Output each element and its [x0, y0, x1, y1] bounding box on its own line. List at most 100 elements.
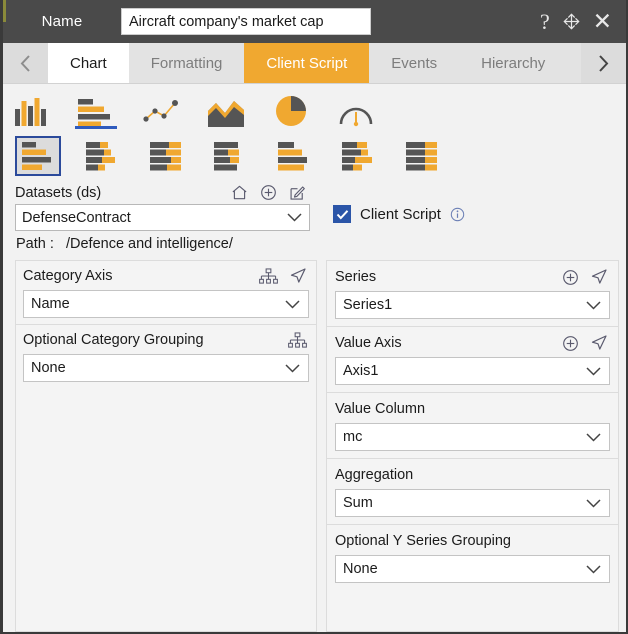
- tab-formatting[interactable]: Formatting: [128, 43, 245, 83]
- dialog-titlebar: Name ? ✕: [3, 0, 626, 43]
- chevron-down-icon: [585, 498, 602, 509]
- value-column-label: Value Column: [335, 401, 426, 417]
- tree-hierarchy-icon[interactable]: [288, 331, 307, 349]
- datasets-row: DefenseContract Path : /Defence and inte…: [15, 201, 626, 252]
- plus-circle-icon[interactable]: [562, 335, 579, 352]
- bar-style-stepped[interactable]: [79, 136, 125, 176]
- value-axis-label: Value Axis: [335, 335, 402, 351]
- datasets-actions: [231, 184, 310, 201]
- edit-pencil-icon[interactable]: [289, 184, 306, 201]
- value-axis-group: Value Axis Axis1: [327, 326, 618, 392]
- value-axis-select[interactable]: Axis1: [335, 357, 610, 385]
- cursor-arrow-icon[interactable]: [590, 268, 608, 286]
- plus-circle-icon[interactable]: [562, 269, 579, 286]
- bar-style-overlapped[interactable]: [207, 136, 253, 176]
- client-script-toggle[interactable]: Client Script: [333, 205, 465, 223]
- value-column-group: Value Column mc: [327, 392, 618, 458]
- series-panel: Series Series1 Value Axis Axis1 Value Co…: [326, 260, 619, 632]
- category-grouping-value: None: [31, 360, 66, 376]
- category-grouping-label: Optional Category Grouping: [23, 332, 204, 348]
- column-chart-icon[interactable]: [13, 89, 49, 127]
- aggregation-group: Aggregation Sum: [327, 458, 618, 524]
- category-axis-group: Category Axis Name: [16, 261, 316, 324]
- question-mark-icon[interactable]: ?: [540, 10, 550, 33]
- cursor-arrow-icon[interactable]: [590, 334, 608, 352]
- bar-style-clustered[interactable]: [15, 136, 61, 176]
- series-value: Series1: [343, 297, 393, 313]
- chevron-down-icon: [585, 300, 602, 311]
- config-columns: Category Axis Name Optional Category Gro…: [3, 252, 626, 632]
- tab-chart-label: Chart: [70, 54, 107, 72]
- bar-style-stacked[interactable]: [143, 136, 189, 176]
- tab-client-script[interactable]: Client Script: [244, 43, 370, 83]
- client-script-label: Client Script: [360, 205, 441, 223]
- cursor-arrow-icon[interactable]: [289, 267, 307, 285]
- tab-events-label: Events: [391, 54, 438, 72]
- datasets-label: Datasets (ds): [15, 184, 102, 201]
- area-chart-icon[interactable]: [208, 89, 244, 127]
- datasets-value: DefenseContract: [22, 209, 131, 226]
- client-script-checkbox[interactable]: [333, 205, 351, 223]
- category-panel: Category Axis Name Optional Category Gro…: [15, 260, 317, 632]
- bar-style-pyramid[interactable]: [335, 136, 381, 176]
- y-series-grouping-value: None: [343, 561, 378, 577]
- bar-style-staggered[interactable]: [271, 136, 317, 176]
- aggregation-value: Sum: [343, 495, 373, 511]
- chevron-right-icon[interactable]: [581, 43, 626, 83]
- y-series-grouping-label: Optional Y Series Grouping: [335, 533, 511, 549]
- aggregation-label: Aggregation: [335, 467, 414, 483]
- bar-style-toolbar: [3, 132, 626, 180]
- info-icon[interactable]: [450, 207, 465, 222]
- category-grouping-select[interactable]: None: [23, 354, 309, 382]
- path-label: Path :: [16, 236, 54, 252]
- pie-chart-icon[interactable]: [273, 89, 309, 127]
- tab-formatting-label: Formatting: [150, 54, 223, 72]
- category-axis-value: Name: [31, 296, 70, 312]
- y-series-grouping-group: Optional Y Series Grouping None: [327, 524, 618, 590]
- chevron-down-icon: [286, 212, 303, 223]
- tab-hierarchy-label: Hierarchy: [481, 54, 546, 72]
- dataset-path: Path : /Defence and intelligence/: [15, 231, 310, 252]
- value-column-value: mc: [343, 429, 363, 445]
- category-axis-label: Category Axis: [23, 268, 113, 284]
- bar-chart-icon[interactable]: [75, 89, 117, 129]
- name-input[interactable]: [121, 8, 371, 35]
- tab-client-script-label: Client Script: [266, 54, 348, 72]
- datasets-section: Datasets (ds) DefenseContract Path: /De…: [3, 180, 626, 252]
- chevron-left-icon[interactable]: [3, 43, 48, 83]
- tab-bar: Chart Formatting Client Script Events Hi…: [3, 43, 626, 84]
- chevron-down-icon: [284, 363, 301, 374]
- aggregation-select[interactable]: Sum: [335, 489, 610, 517]
- value-column-select[interactable]: mc: [335, 423, 610, 451]
- tab-hierarchy[interactable]: Hierarchy: [459, 43, 568, 83]
- name-label: Name: [41, 13, 83, 30]
- series-label: Series: [335, 269, 377, 285]
- series-group: Series Series1: [327, 261, 618, 326]
- chart-configuration-dialog: Name ? ✕ C: [0, 0, 628, 634]
- tab-chart[interactable]: Chart: [48, 43, 129, 83]
- series-select[interactable]: Series1: [335, 291, 610, 319]
- scatter-line-chart-icon[interactable]: [143, 89, 179, 127]
- chevron-down-icon: [585, 564, 602, 575]
- path-value: /Defence and intelligence/: [65, 236, 233, 252]
- y-series-grouping-select[interactable]: None: [335, 555, 610, 583]
- tree-hierarchy-icon[interactable]: [259, 267, 278, 285]
- home-icon[interactable]: [231, 184, 248, 201]
- chart-type-toolbar: [3, 84, 626, 132]
- titlebar-actions: ? ✕: [540, 10, 616, 33]
- chevron-down-icon: [585, 432, 602, 443]
- value-axis-value: Axis1: [343, 363, 379, 379]
- chevron-down-icon: [585, 366, 602, 377]
- move-arrows-icon[interactable]: [562, 12, 581, 31]
- tab-events[interactable]: Events: [369, 43, 460, 83]
- close-icon[interactable]: ✕: [593, 10, 612, 33]
- category-grouping-group: Optional Category Grouping None: [16, 324, 316, 388]
- gauge-chart-icon[interactable]: [338, 89, 374, 127]
- datasets-select[interactable]: DefenseContract: [15, 204, 310, 231]
- window-edge-accent: [3, 0, 6, 22]
- datasets-header: Datasets (ds): [15, 184, 310, 201]
- category-axis-select[interactable]: Name: [23, 290, 309, 318]
- chevron-down-icon: [284, 299, 301, 310]
- bar-style-stacked-full[interactable]: [399, 136, 445, 176]
- plus-circle-icon[interactable]: [260, 184, 277, 201]
